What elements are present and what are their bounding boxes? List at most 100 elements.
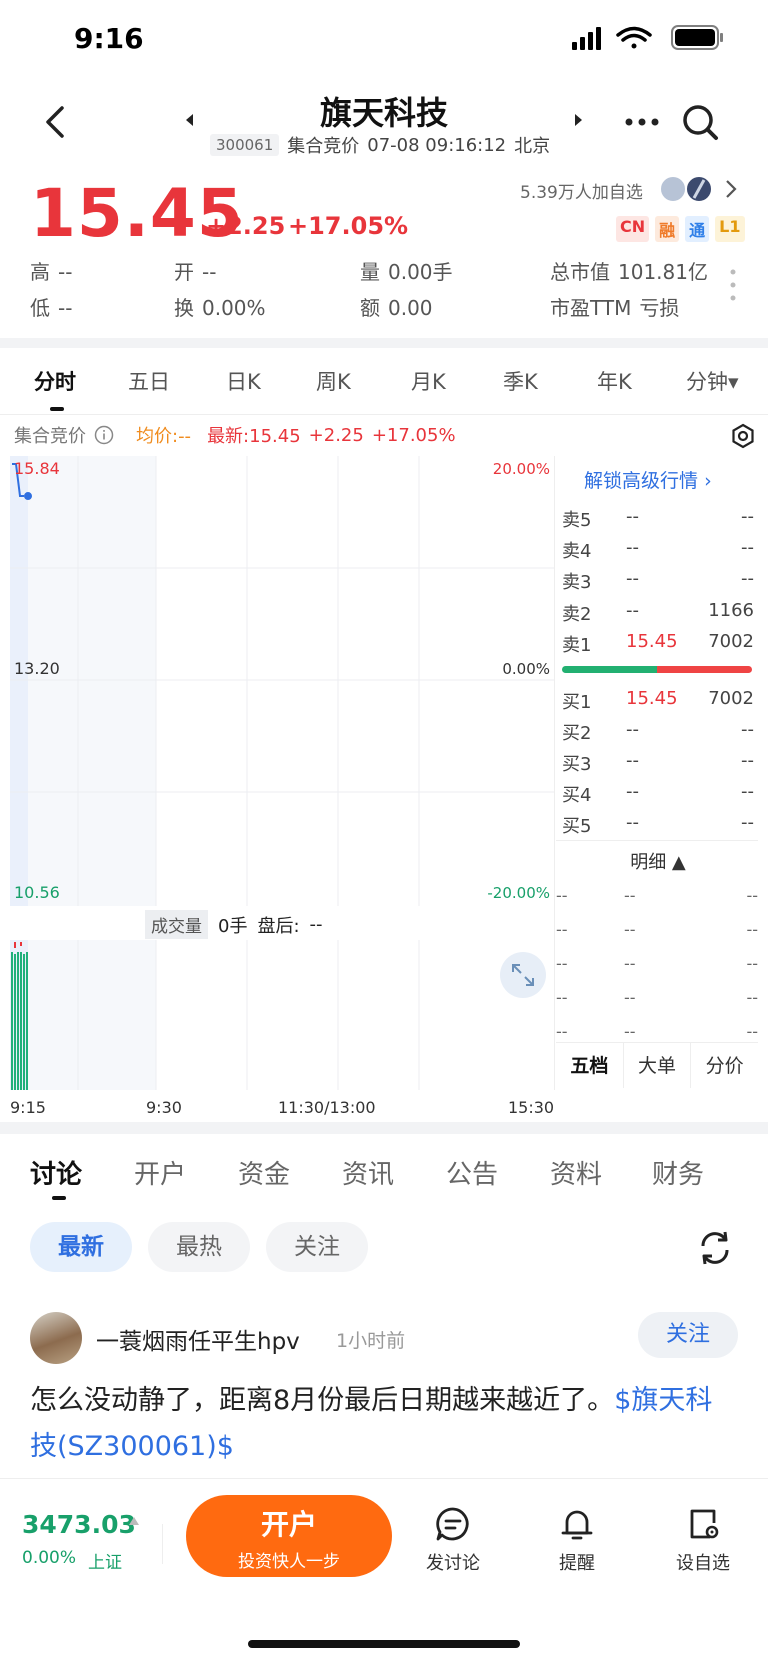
stock-subtitle: 300061 集合竞价 07-08 09:16:12 北京 xyxy=(210,132,550,158)
tab-monthly-k[interactable]: 月K xyxy=(411,366,446,396)
tab-weekly-k[interactable]: 周K xyxy=(316,366,351,396)
watchers-count[interactable]: 5.39万人加自选 xyxy=(520,178,643,203)
volume-chart xyxy=(10,940,420,1090)
tab-quarterly-k[interactable]: 季K xyxy=(503,366,538,396)
bid-volume: -- xyxy=(741,719,754,740)
y-tick-low: 10.56 xyxy=(14,883,60,902)
detail-price: -- xyxy=(624,886,636,905)
chat-bubble-icon xyxy=(436,1507,469,1541)
stock-tags: CN 融 通 L1 xyxy=(616,216,745,242)
stat-amount-label: 额 xyxy=(360,296,380,320)
more-stats-icon[interactable] xyxy=(730,268,736,302)
watchlist-settings-icon xyxy=(690,1509,719,1539)
avatar[interactable] xyxy=(30,1312,82,1364)
intraday-chart[interactable]: 15.84 13.20 10.56 20.00% 0.00% -20.00% xyxy=(10,456,554,906)
tab-profile[interactable]: 资料 xyxy=(550,1154,602,1191)
next-stock-icon[interactable] xyxy=(573,112,585,128)
tab-announcements[interactable]: 公告 xyxy=(446,1154,498,1191)
detail-toggle[interactable]: 明细 ▲ xyxy=(560,848,756,874)
detail-time: -- xyxy=(556,886,568,905)
detail-volume: -- xyxy=(746,1022,758,1041)
tab-5day[interactable]: 五日 xyxy=(128,366,170,396)
post-username[interactable]: 一蓑烟雨任平生hpv xyxy=(96,1322,300,1356)
filter-latest[interactable]: 最新 xyxy=(30,1222,132,1272)
post-body[interactable]: 怎么没动静了，距离8月份最后日期越来越近了。$旗天科技(SZ300061)$ xyxy=(30,1378,735,1470)
tab-big-orders[interactable]: 大单 xyxy=(624,1043,692,1088)
detail-price: -- xyxy=(624,1022,636,1041)
ask-price: 15.45 xyxy=(626,631,678,652)
stat-volume: 量 0.00手 xyxy=(360,256,453,285)
y-tick-high: 15.84 xyxy=(14,459,60,478)
tab-underline xyxy=(52,1196,66,1200)
ask-volume: 1166 xyxy=(708,600,754,621)
tab-price-dist[interactable]: 分价 xyxy=(691,1043,758,1088)
unlock-advanced-quotes[interactable]: 解锁高级行情 › xyxy=(584,466,712,493)
refresh-icon[interactable] xyxy=(695,1228,735,1268)
chart-settings-icon[interactable] xyxy=(729,422,757,450)
tab-discussion[interactable]: 讨论 xyxy=(30,1154,82,1191)
bid-volume: -- xyxy=(741,781,754,802)
detail-volume: -- xyxy=(746,954,758,973)
stock-code: 300061 xyxy=(210,134,280,156)
tab-news[interactable]: 资讯 xyxy=(342,1154,394,1191)
bid-label: 买4 xyxy=(562,785,592,806)
ask-price: -- xyxy=(626,537,639,558)
order-book-tabs: 五档 大单 分价 xyxy=(556,1042,758,1088)
info-icon[interactable] xyxy=(94,425,114,445)
bid-row-3: 买3 -- -- xyxy=(562,750,754,778)
latest-price-point xyxy=(24,492,32,501)
post-discussion-button[interactable]: 发讨论 xyxy=(408,1505,498,1575)
tab-intraday[interactable]: 分时 xyxy=(34,366,76,396)
follow-button[interactable]: 关注 xyxy=(638,1312,738,1358)
stat-high-value: -- xyxy=(58,260,73,284)
detail-row: -- -- -- xyxy=(556,1022,758,1041)
stat-open-value: -- xyxy=(202,260,217,284)
tab-open-account[interactable]: 开户 xyxy=(134,1154,186,1191)
x-tick-close: 15:30 xyxy=(508,1098,555,1117)
ask-volume: -- xyxy=(741,506,754,527)
ask-label: 卖1 xyxy=(562,635,592,656)
tab-funds[interactable]: 资金 xyxy=(238,1154,290,1191)
chevron-right-icon[interactable] xyxy=(724,178,738,200)
stat-volume-label: 量 xyxy=(360,260,380,284)
bid-row-4: 买4 -- -- xyxy=(562,781,754,809)
ask-label: 卖5 xyxy=(562,510,592,531)
tab-financials[interactable]: 财务 xyxy=(652,1154,704,1191)
tab-daily-k[interactable]: 日K xyxy=(226,366,261,396)
ask-row-1: 卖1 15.45 7002 xyxy=(562,631,754,659)
auction-label: 集合竞价 xyxy=(14,426,86,447)
session-label: 集合竞价 xyxy=(287,136,360,157)
volume-info-row: 成交量 0手 盘后: -- xyxy=(145,910,323,939)
tab-yearly-k[interactable]: 年K xyxy=(597,366,632,396)
stat-market-cap: 总市值 101.81亿 xyxy=(550,256,708,285)
detail-row: -- -- -- xyxy=(556,954,758,973)
y-pct-mid: 0.00% xyxy=(502,660,550,678)
price-change: +2.25 xyxy=(206,212,286,240)
tab-five-levels[interactable]: 五档 xyxy=(556,1043,624,1088)
battery-icon xyxy=(671,25,723,50)
after-hours-value: -- xyxy=(309,914,323,935)
search-icon[interactable] xyxy=(680,100,720,144)
add-watchlist-button[interactable]: 设自选 xyxy=(658,1505,748,1575)
tab-minute[interactable]: 分钟▾ xyxy=(686,366,739,396)
open-account-button[interactable]: 开户 投资快人一步 xyxy=(186,1495,392,1577)
more-icon[interactable] xyxy=(624,110,660,134)
volume-value: 0手 xyxy=(218,915,248,937)
alert-label: 提醒 xyxy=(559,1553,595,1574)
alert-button[interactable]: 提醒 xyxy=(532,1505,622,1575)
filter-hottest[interactable]: 最热 xyxy=(148,1222,250,1272)
status-time: 9:16 xyxy=(74,22,144,55)
ask-row-4: 卖4 -- -- xyxy=(562,537,754,565)
ask-price: -- xyxy=(626,568,639,589)
detail-price: -- xyxy=(624,954,636,973)
stat-high: 高 -- xyxy=(30,256,72,285)
bar-divider xyxy=(162,1524,163,1564)
filter-following[interactable]: 关注 xyxy=(266,1222,368,1272)
y-pct-high: 20.00% xyxy=(493,460,550,478)
open-account-title: 开户 xyxy=(260,1508,317,1541)
stat-volume-value: 0.00手 xyxy=(388,260,453,284)
index-value[interactable]: 3473.03 xyxy=(22,1510,136,1539)
ask-price: -- xyxy=(626,600,639,621)
fullscreen-button[interactable] xyxy=(500,952,546,998)
triangle-up-icon xyxy=(129,1517,139,1525)
